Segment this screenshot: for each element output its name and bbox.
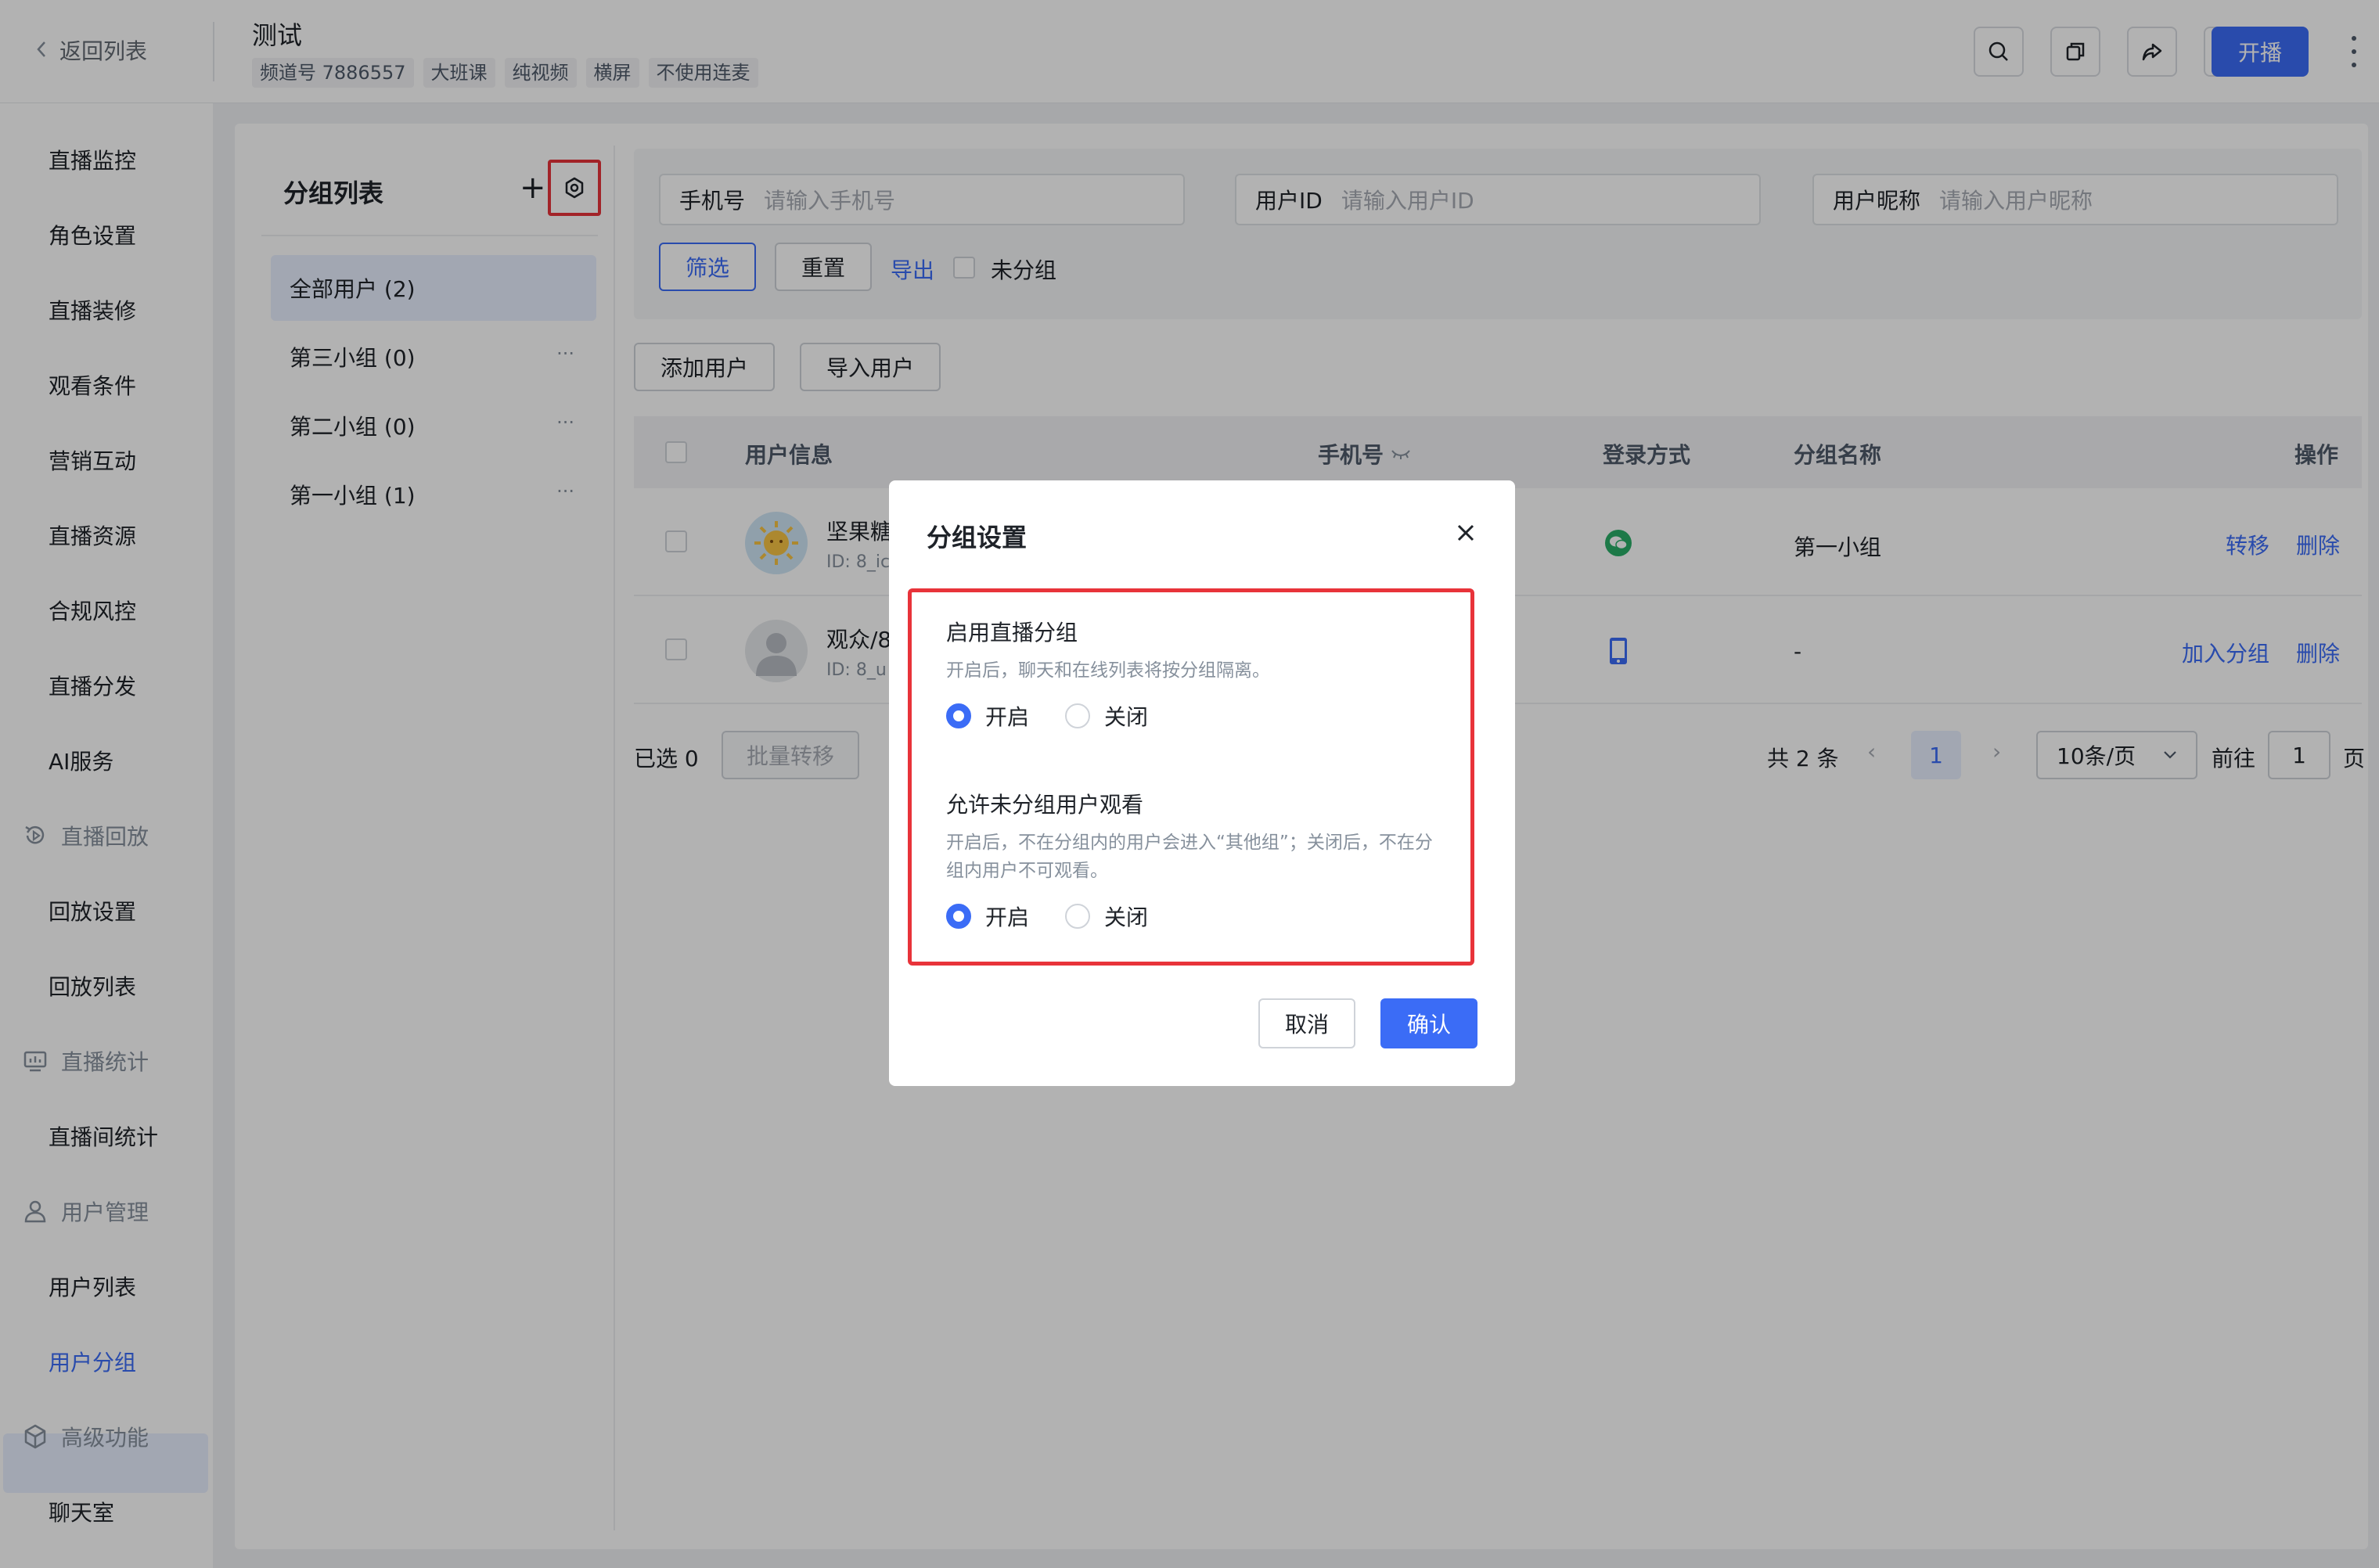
enable-grouping-desc: 开启后，聊天和在线列表将按分组隔离。 xyxy=(946,660,1270,681)
allow-ungrouped-title: 允许未分组用户观看 xyxy=(946,792,1144,818)
radio-selected-icon xyxy=(946,904,971,929)
dialog-title: 分组设置 xyxy=(927,523,1028,552)
radio-label: 开启 xyxy=(985,904,1030,930)
cancel-button[interactable]: 取消 xyxy=(1258,998,1355,1048)
settings-highlight-box: 启用直播分组 开启后，聊天和在线列表将按分组隔离。 开启 关闭 允许未分组用户观… xyxy=(908,588,1474,966)
enable-grouping-off-radio[interactable]: 关闭 xyxy=(1065,700,1148,732)
enable-grouping-title: 启用直播分组 xyxy=(946,620,1078,646)
allow-ungrouped-off-radio[interactable]: 关闭 xyxy=(1065,901,1148,932)
confirm-button[interactable]: 确认 xyxy=(1380,998,1477,1048)
radio-label: 关闭 xyxy=(1104,904,1149,930)
enable-grouping-on-radio[interactable]: 开启 xyxy=(946,700,1029,732)
radio-unselected-icon xyxy=(1065,904,1090,929)
radio-selected-icon xyxy=(946,703,971,728)
radio-unselected-icon xyxy=(1065,703,1090,728)
allow-ungrouped-desc: 开启后，不在分组内的用户会进入“其他组”；关闭后，不在分组内用户不可观看。 xyxy=(946,833,1433,881)
radio-label: 开启 xyxy=(985,704,1030,730)
close-icon[interactable] xyxy=(1452,520,1479,546)
group-settings-dialog: 分组设置 启用直播分组 开启后，聊天和在线列表将按分组隔离。 开启 关闭 允许未… xyxy=(889,480,1515,1086)
radio-label: 关闭 xyxy=(1104,704,1149,730)
allow-ungrouped-on-radio[interactable]: 开启 xyxy=(946,901,1029,932)
